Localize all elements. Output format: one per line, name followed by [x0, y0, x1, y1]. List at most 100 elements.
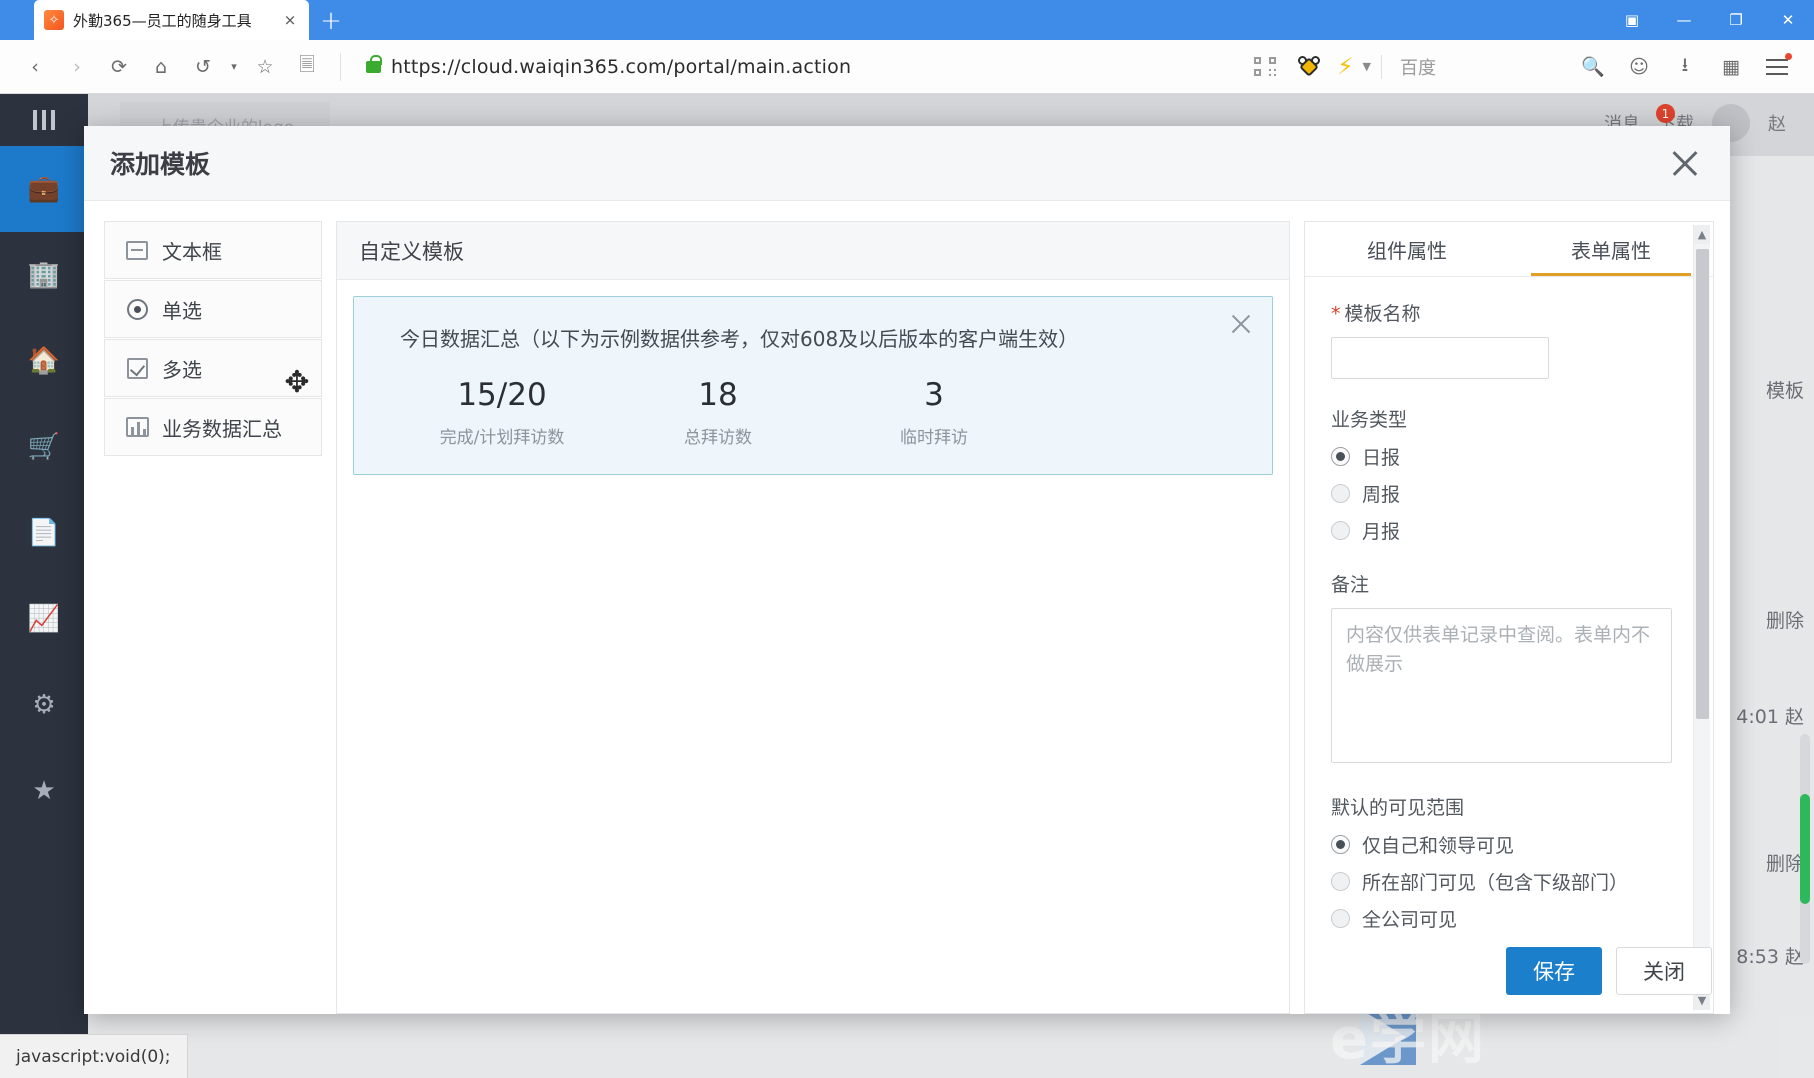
search-icon[interactable]: 🔍: [1570, 47, 1616, 87]
palette-item-label: 多选: [162, 357, 202, 382]
stat-value: 3: [924, 377, 944, 413]
home-icon[interactable]: ⌂: [140, 47, 182, 87]
properties-tabs: 组件属性 表单属性: [1305, 222, 1713, 277]
reader-mode-icon[interactable]: 🗏: [286, 47, 328, 87]
bee-icon[interactable]: [1297, 55, 1321, 79]
properties-panel: 组件属性 表单属性 * 模板名称 业务类型 日报 周报 月报 备注 内容仅供表单…: [1304, 221, 1714, 1014]
radio-icon: [1331, 872, 1350, 891]
tab-component-properties[interactable]: 组件属性: [1305, 222, 1509, 276]
toolbar-extras: ⚡ ▼ 百度: [1246, 54, 1570, 80]
scrollbar-thumb[interactable]: [1696, 249, 1709, 719]
stats-row: 15/20 完成/计划拜访数 18 总拜访数 3 临时拜访: [380, 377, 1246, 448]
status-bar: javascript:void(0);: [0, 1034, 188, 1078]
lightning-icon[interactable]: ⚡: [1337, 54, 1353, 80]
radio-label: 全公司可见: [1362, 909, 1458, 931]
radio-business-type-monthly[interactable]: 月报: [1331, 517, 1687, 544]
download-icon[interactable]: ⭳: [1662, 47, 1708, 87]
properties-scrollbar[interactable]: ▲ ▼: [1693, 225, 1710, 1010]
card-close-icon[interactable]: [1228, 311, 1254, 337]
menu-icon[interactable]: [1754, 47, 1800, 87]
radio-label: 周报: [1362, 484, 1401, 506]
radio-visibility-self-leader[interactable]: 仅自己和领导可见: [1331, 831, 1687, 858]
data-summary-card[interactable]: 今日数据汇总（以下为示例数据供参考，仅对608及以后版本的客户端生效） 15/2…: [353, 296, 1273, 475]
tab-form-properties[interactable]: 表单属性: [1509, 222, 1713, 276]
visibility-label: 默认的可见范围: [1331, 797, 1465, 819]
chevron-down-icon[interactable]: ▼: [1363, 60, 1371, 73]
url-text: https://cloud.waiqin365.com/portal/main.…: [391, 55, 852, 78]
radio-visibility-company[interactable]: 全公司可见: [1331, 905, 1687, 932]
radio-icon: [1331, 521, 1350, 540]
search-input[interactable]: 百度: [1400, 54, 1570, 80]
back-icon[interactable]: ‹: [14, 47, 56, 87]
dialog-header: 添加模板: [84, 126, 1730, 201]
waiqin365-favicon: ✧: [44, 10, 64, 30]
divider: [1381, 54, 1382, 79]
save-button[interactable]: 保存: [1506, 947, 1602, 995]
canvas-area[interactable]: 今日数据汇总（以下为示例数据供参考，仅对608及以后版本的客户端生效） 15/2…: [337, 280, 1289, 1013]
dialog-body: 文本框 单选 多选 业务数据汇总 自定义模板 今日数据汇总（以下为示例数据供参考…: [84, 201, 1730, 1014]
qr-code-icon[interactable]: [1254, 56, 1280, 78]
palette-item-checkbox[interactable]: 多选: [104, 339, 322, 397]
minimize-icon[interactable]: —: [1658, 0, 1710, 40]
radio-icon: [1331, 909, 1350, 928]
remark-label: 备注: [1331, 574, 1370, 596]
browser-right-tools: 🔍 ☺ ⭳ ▦: [1570, 47, 1800, 87]
radio-icon: [1331, 835, 1350, 854]
stat-label: 总拜访数: [684, 427, 752, 448]
radio-label: 仅自己和领导可见: [1362, 835, 1515, 857]
history-chevron-down-icon[interactable]: ▾: [224, 47, 244, 87]
add-template-dialog: 添加模板 文本框 单选 多选 业务数据汇总 自定义模板 今日数据汇总（以下为示例…: [84, 126, 1730, 1014]
template-canvas: 自定义模板 今日数据汇总（以下为示例数据供参考，仅对608及以后版本的客户端生效…: [336, 221, 1290, 1014]
remark-textarea[interactable]: [1331, 608, 1672, 763]
card-title: 今日数据汇总（以下为示例数据供参考，仅对608及以后版本的客户端生效）: [400, 327, 1079, 351]
radio-icon: [1331, 484, 1350, 503]
browser-tab[interactable]: ✧ 外勤365—员工的随身工具 ×: [34, 0, 309, 40]
window-controls: ▣ — ❐ ✕: [1606, 0, 1814, 40]
forward-icon[interactable]: ›: [56, 47, 98, 87]
close-button[interactable]: 关闭: [1616, 947, 1712, 995]
stat-value: 18: [698, 377, 738, 413]
bookmark-star-icon[interactable]: ☆: [244, 47, 286, 87]
template-name-label: * 模板名称: [1331, 299, 1687, 326]
canvas-header: 自定义模板: [337, 222, 1289, 280]
apps-grid-icon[interactable]: ▦: [1708, 47, 1754, 87]
stat-item: 3 临时拜访: [826, 377, 1042, 447]
tab-title: 外勤365—员工的随身工具: [73, 11, 252, 30]
address-bar[interactable]: https://cloud.waiqin365.com/portal/main.…: [340, 47, 1238, 87]
field-business-type: 业务类型 日报 周报 月报: [1331, 405, 1687, 544]
field-remark: 备注: [1331, 570, 1687, 767]
radio-label: 所在部门可见（包含下级部门）: [1362, 872, 1629, 894]
required-mark: *: [1331, 303, 1341, 325]
properties-scroll-area: * 模板名称 业务类型 日报 周报 月报 备注 内容仅供表单记录中查阅。表单内不…: [1305, 277, 1713, 1013]
close-window-icon[interactable]: ✕: [1762, 0, 1814, 40]
radio-visibility-department[interactable]: 所在部门可见（包含下级部门）: [1331, 868, 1687, 895]
palette-item-label: 文本框: [162, 239, 222, 264]
radio-business-type-daily[interactable]: 日报: [1331, 443, 1687, 470]
reload-icon[interactable]: ⟳: [98, 47, 140, 87]
template-name-input[interactable]: [1331, 337, 1549, 379]
palette-item-data-summary[interactable]: 业务数据汇总: [104, 398, 322, 456]
textbox-icon: [125, 238, 149, 262]
new-tab-button[interactable]: +: [309, 2, 353, 40]
history-icon[interactable]: ↺: [182, 47, 224, 87]
palette-item-label: 业务数据汇总: [162, 416, 282, 441]
checkbox-icon: [125, 356, 149, 380]
lock-icon: [366, 54, 382, 73]
palette-item-radio[interactable]: 单选: [104, 280, 322, 338]
bar-chart-icon: [125, 415, 149, 439]
tab-close-icon[interactable]: ×: [281, 11, 299, 29]
component-palette: 文本框 单选 多选 业务数据汇总: [104, 221, 322, 1014]
dialog-title: 添加模板: [110, 150, 211, 179]
maximize-icon[interactable]: ❐: [1710, 0, 1762, 40]
radio-label: 日报: [1362, 447, 1401, 469]
field-visibility: 默认的可见范围 仅自己和领导可见 所在部门可见（包含下级部门） 全公司可见: [1331, 793, 1687, 932]
close-icon[interactable]: [1666, 144, 1704, 182]
account-icon[interactable]: ☺: [1616, 47, 1662, 87]
palette-item-textbox[interactable]: 文本框: [104, 221, 322, 279]
stat-item: 15/20 完成/计划拜访数: [394, 377, 610, 447]
radio-icon: [125, 297, 149, 321]
radio-business-type-weekly[interactable]: 周报: [1331, 480, 1687, 507]
layout-icon[interactable]: ▣: [1606, 0, 1658, 40]
scroll-up-icon[interactable]: ▲: [1694, 225, 1710, 244]
business-type-label: 业务类型: [1331, 409, 1408, 431]
